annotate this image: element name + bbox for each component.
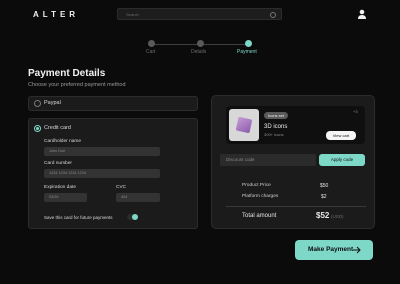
step-details-label: Details [191,49,207,55]
make-payment-label: Make Payment [308,246,354,253]
arrow-right-icon [353,246,361,254]
cvc-input[interactable]: 404 [116,193,160,202]
product-price-value: $50 [320,183,329,189]
product-thumbnail [229,109,259,141]
product-name: 3D icons [264,124,288,130]
step-cart-dot[interactable] [148,40,155,47]
paypal-label: Paypal [44,100,61,106]
step-payment-dot[interactable] [245,40,252,47]
page-subtitle: Choose your preferred payment method [28,82,126,88]
save-card-toggle[interactable] [127,214,138,220]
cvc-label: CVC [116,185,127,190]
paypal-option[interactable]: Paypal [28,96,198,111]
total-amount-value: $52 [316,211,330,220]
credit-card-option[interactable]: Credit card Cardholder name John Doe Car… [28,118,198,229]
card-number-input[interactable]: 1234 1234 1234 1234 [44,169,160,178]
discount-code-input[interactable]: Discount code [220,154,316,166]
step-connector [154,44,198,45]
step-payment-label: Payment [237,49,257,55]
view-cart-button[interactable]: View cart [326,131,356,140]
credit-card-label: Credit card [44,125,71,131]
order-summary-panel: Icons set 3D icons 300+ icons +3 View ca… [211,95,375,229]
search-placeholder: Search [126,12,139,17]
total-amount-label: Total amount [242,213,277,219]
cardholder-label: Cardholder name [44,139,82,144]
search-input[interactable]: Search [117,8,282,20]
cardholder-input[interactable]: John Doe [44,147,160,156]
paypal-radio[interactable] [34,100,41,107]
platform-charges-label: Platform charges [242,194,279,199]
total-currency: (USD) [331,214,344,219]
credit-card-radio[interactable] [34,125,41,132]
page-title: Payment Details [28,68,106,79]
step-cart-label: Cart [146,49,156,55]
platform-charges-value: $2 [321,194,327,200]
product-count: 300+ icons [264,132,284,137]
more-items-count: +3 [353,109,358,114]
divider [226,206,366,207]
make-payment-button[interactable]: Make Payment [295,240,373,260]
product-card: Icons set 3D icons 300+ icons +3 View ca… [226,106,365,144]
apply-code-button[interactable]: Apply code [319,154,365,166]
product-price-label: Product Price [242,183,271,188]
save-card-label: Save this card for future payments [44,215,113,220]
product-badge: Icons set [264,112,289,119]
step-details-dot[interactable] [197,40,204,47]
expiration-label: Expiration date [44,185,76,190]
user-icon[interactable] [357,9,367,19]
expiration-input[interactable]: 03/26 [44,193,87,202]
step-connector [204,44,246,45]
app-logo[interactable]: ALTER [33,10,79,19]
search-icon [270,12,276,18]
card-number-label: Card number [44,161,72,166]
